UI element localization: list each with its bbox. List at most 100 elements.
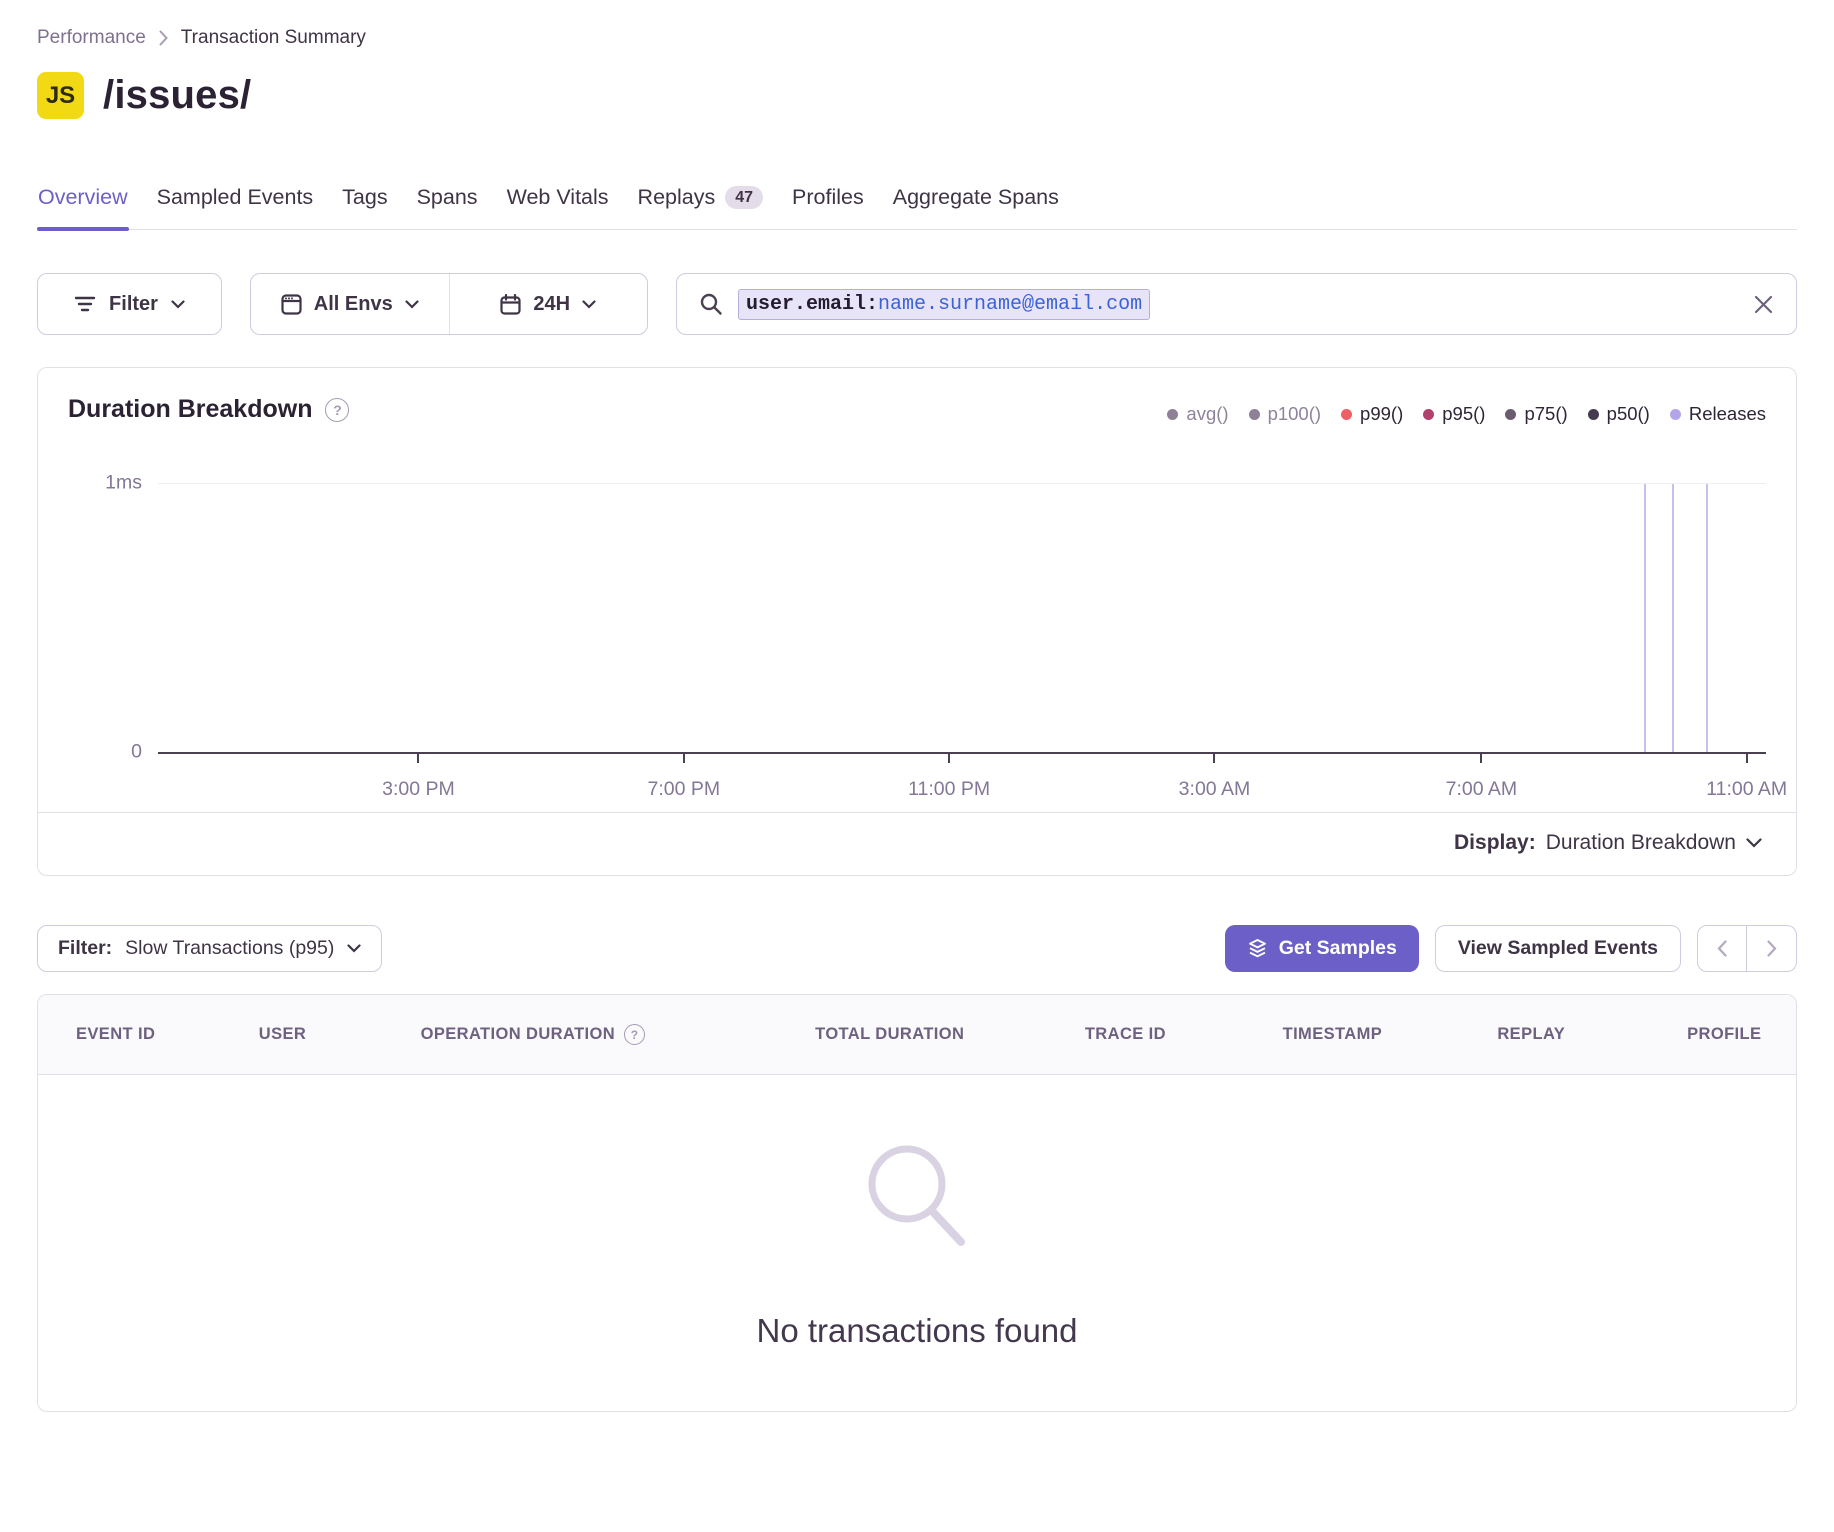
legend-item-p75[interactable]: p75() [1505,403,1567,425]
clear-search-icon[interactable] [1753,294,1774,315]
page-header: JS /issues/ [37,72,1797,119]
legend-item-releases[interactable]: Releases [1670,403,1766,425]
search-query-token[interactable]: user.email:name.surname@email.com [738,289,1150,320]
legend-label: p100() [1268,403,1321,425]
column-header-label: OPERATION DURATION [421,1025,616,1044]
time-range-selector[interactable]: 24H [450,274,648,334]
tab-label: Aggregate Spans [893,185,1059,210]
legend-item-p99[interactable]: p99() [1341,403,1403,425]
breadcrumb: Performance Transaction Summary [37,27,1797,49]
env-time-selector: All Envs 24H [250,273,648,335]
chevron-down-icon [405,300,419,309]
x-axis-label: 7:00 AM [1446,778,1518,801]
x-axis-label: 7:00 PM [648,778,721,801]
column-header-label: REPLAY [1497,1025,1565,1044]
chevron-right-icon [159,30,168,46]
duration-breakdown-panel: Duration Breakdown ? avg() p100() p99() p95… [37,367,1797,876]
x-axis [158,752,1766,754]
filter-value: Slow Transactions (p95) [125,937,334,960]
tab-badge: 47 [725,186,763,210]
token-key: user.email: [746,293,878,316]
x-axis-tick [1213,754,1215,763]
filter-button-label: Filter [109,293,158,316]
chevron-down-icon [347,944,361,953]
x-axis-tick [417,754,419,763]
column-header-user: USER [259,1025,421,1044]
tab-spans[interactable]: Spans [416,183,479,229]
release-marker-line [1644,484,1646,752]
legend-dot [1167,409,1178,420]
column-header-total-duration: TOTAL DURATION [815,1025,1085,1044]
x-axis-label: 11:00 PM [908,778,990,801]
legend-dot [1588,409,1599,420]
get-samples-button[interactable]: Get Samples [1225,925,1419,972]
column-header-label: TRACE ID [1085,1025,1166,1044]
tab-tags[interactable]: Tags [341,183,388,229]
chevron-down-icon [171,300,185,309]
chevron-right-icon [1767,940,1777,957]
legend-dot [1423,409,1434,420]
legend-item-p50[interactable]: p50() [1588,403,1650,425]
x-axis-tick [1480,754,1482,763]
javascript-platform-icon: JS [37,72,84,119]
filter-button[interactable]: Filter [37,273,222,335]
transactions-table: EVENT ID USEROPERATION DURATION? TOTAL DUR… [37,994,1797,1412]
filter-lines-icon [74,296,96,312]
gridline [158,483,1766,484]
legend-item-avg[interactable]: avg() [1167,403,1228,425]
legend-item-p95[interactable]: p95() [1423,403,1485,425]
empty-message: No transactions found [756,1312,1077,1350]
legend-dot [1505,409,1516,420]
chart-title: Duration Breakdown ? [68,395,349,424]
breadcrumb-performance-link[interactable]: Performance [37,27,146,49]
window-icon [281,294,302,315]
samples-toolbar: Filter: Slow Transactions (p95) Get Samp… [37,925,1797,972]
get-samples-label: Get Samples [1279,937,1397,960]
legend-label: Releases [1689,403,1766,425]
x-axis-tick [948,754,950,763]
search-icon [699,292,723,316]
previous-page-button[interactable] [1697,925,1747,972]
transaction-filter-dropdown[interactable]: Filter: Slow Transactions (p95) [37,925,382,972]
legend-label: p50() [1607,403,1650,425]
calendar-icon [500,294,521,315]
legend-dot [1341,409,1352,420]
tab-overview[interactable]: Overview [37,183,129,229]
x-axis-tick [1746,754,1748,763]
legend-dot [1249,409,1260,420]
column-header-profile: PROFILE [1687,1025,1796,1044]
help-icon[interactable]: ? [325,398,349,422]
release-marker-line [1706,484,1708,752]
plot-area: 1ms 0 3:00 PM7:00 PM11:00 PM3:00 AM7:00 … [158,483,1766,754]
release-marker-line [1672,484,1674,752]
search-input[interactable]: user.email:name.surname@email.com [676,273,1797,335]
tab-profiles[interactable]: Profiles [791,183,865,229]
x-axis-label: 3:00 AM [1179,778,1251,801]
tab-sampled-events[interactable]: Sampled Events [156,183,315,229]
display-value: Duration Breakdown [1546,831,1736,855]
next-page-button[interactable] [1747,925,1797,972]
tab-replays[interactable]: Replays47 [637,183,764,229]
display-selector[interactable]: Display: Duration Breakdown [38,812,1796,875]
display-label: Display: [1454,831,1536,855]
column-header-label: EVENT ID [76,1025,155,1044]
environment-selector[interactable]: All Envs [251,274,449,334]
x-axis-label: 3:00 PM [382,778,455,801]
column-header-label: TOTAL DURATION [815,1025,964,1044]
tab-label: Spans [417,185,478,210]
tab-aggregate-spans[interactable]: Aggregate Spans [892,183,1060,229]
legend-item-p100[interactable]: p100() [1249,403,1321,425]
tab-label: Tags [342,185,387,210]
tab-label: Web Vitals [507,185,609,210]
environment-value: All Envs [314,293,393,316]
column-header-label: TIMESTAMP [1283,1025,1383,1044]
help-icon[interactable]: ? [624,1024,645,1045]
tab-web-vitals[interactable]: Web Vitals [506,183,610,229]
chevron-down-icon [1746,838,1762,848]
view-sampled-events-button[interactable]: View Sampled Events [1435,925,1681,972]
page-title: /issues/ [103,73,251,118]
chart-legend: avg() p100() p99() p95() p75() p50() Releases [1167,403,1766,425]
legend-dot [1670,409,1681,420]
column-header-replay: REPLAY [1497,1025,1687,1044]
y-axis-label-bottom: 0 [131,741,142,764]
